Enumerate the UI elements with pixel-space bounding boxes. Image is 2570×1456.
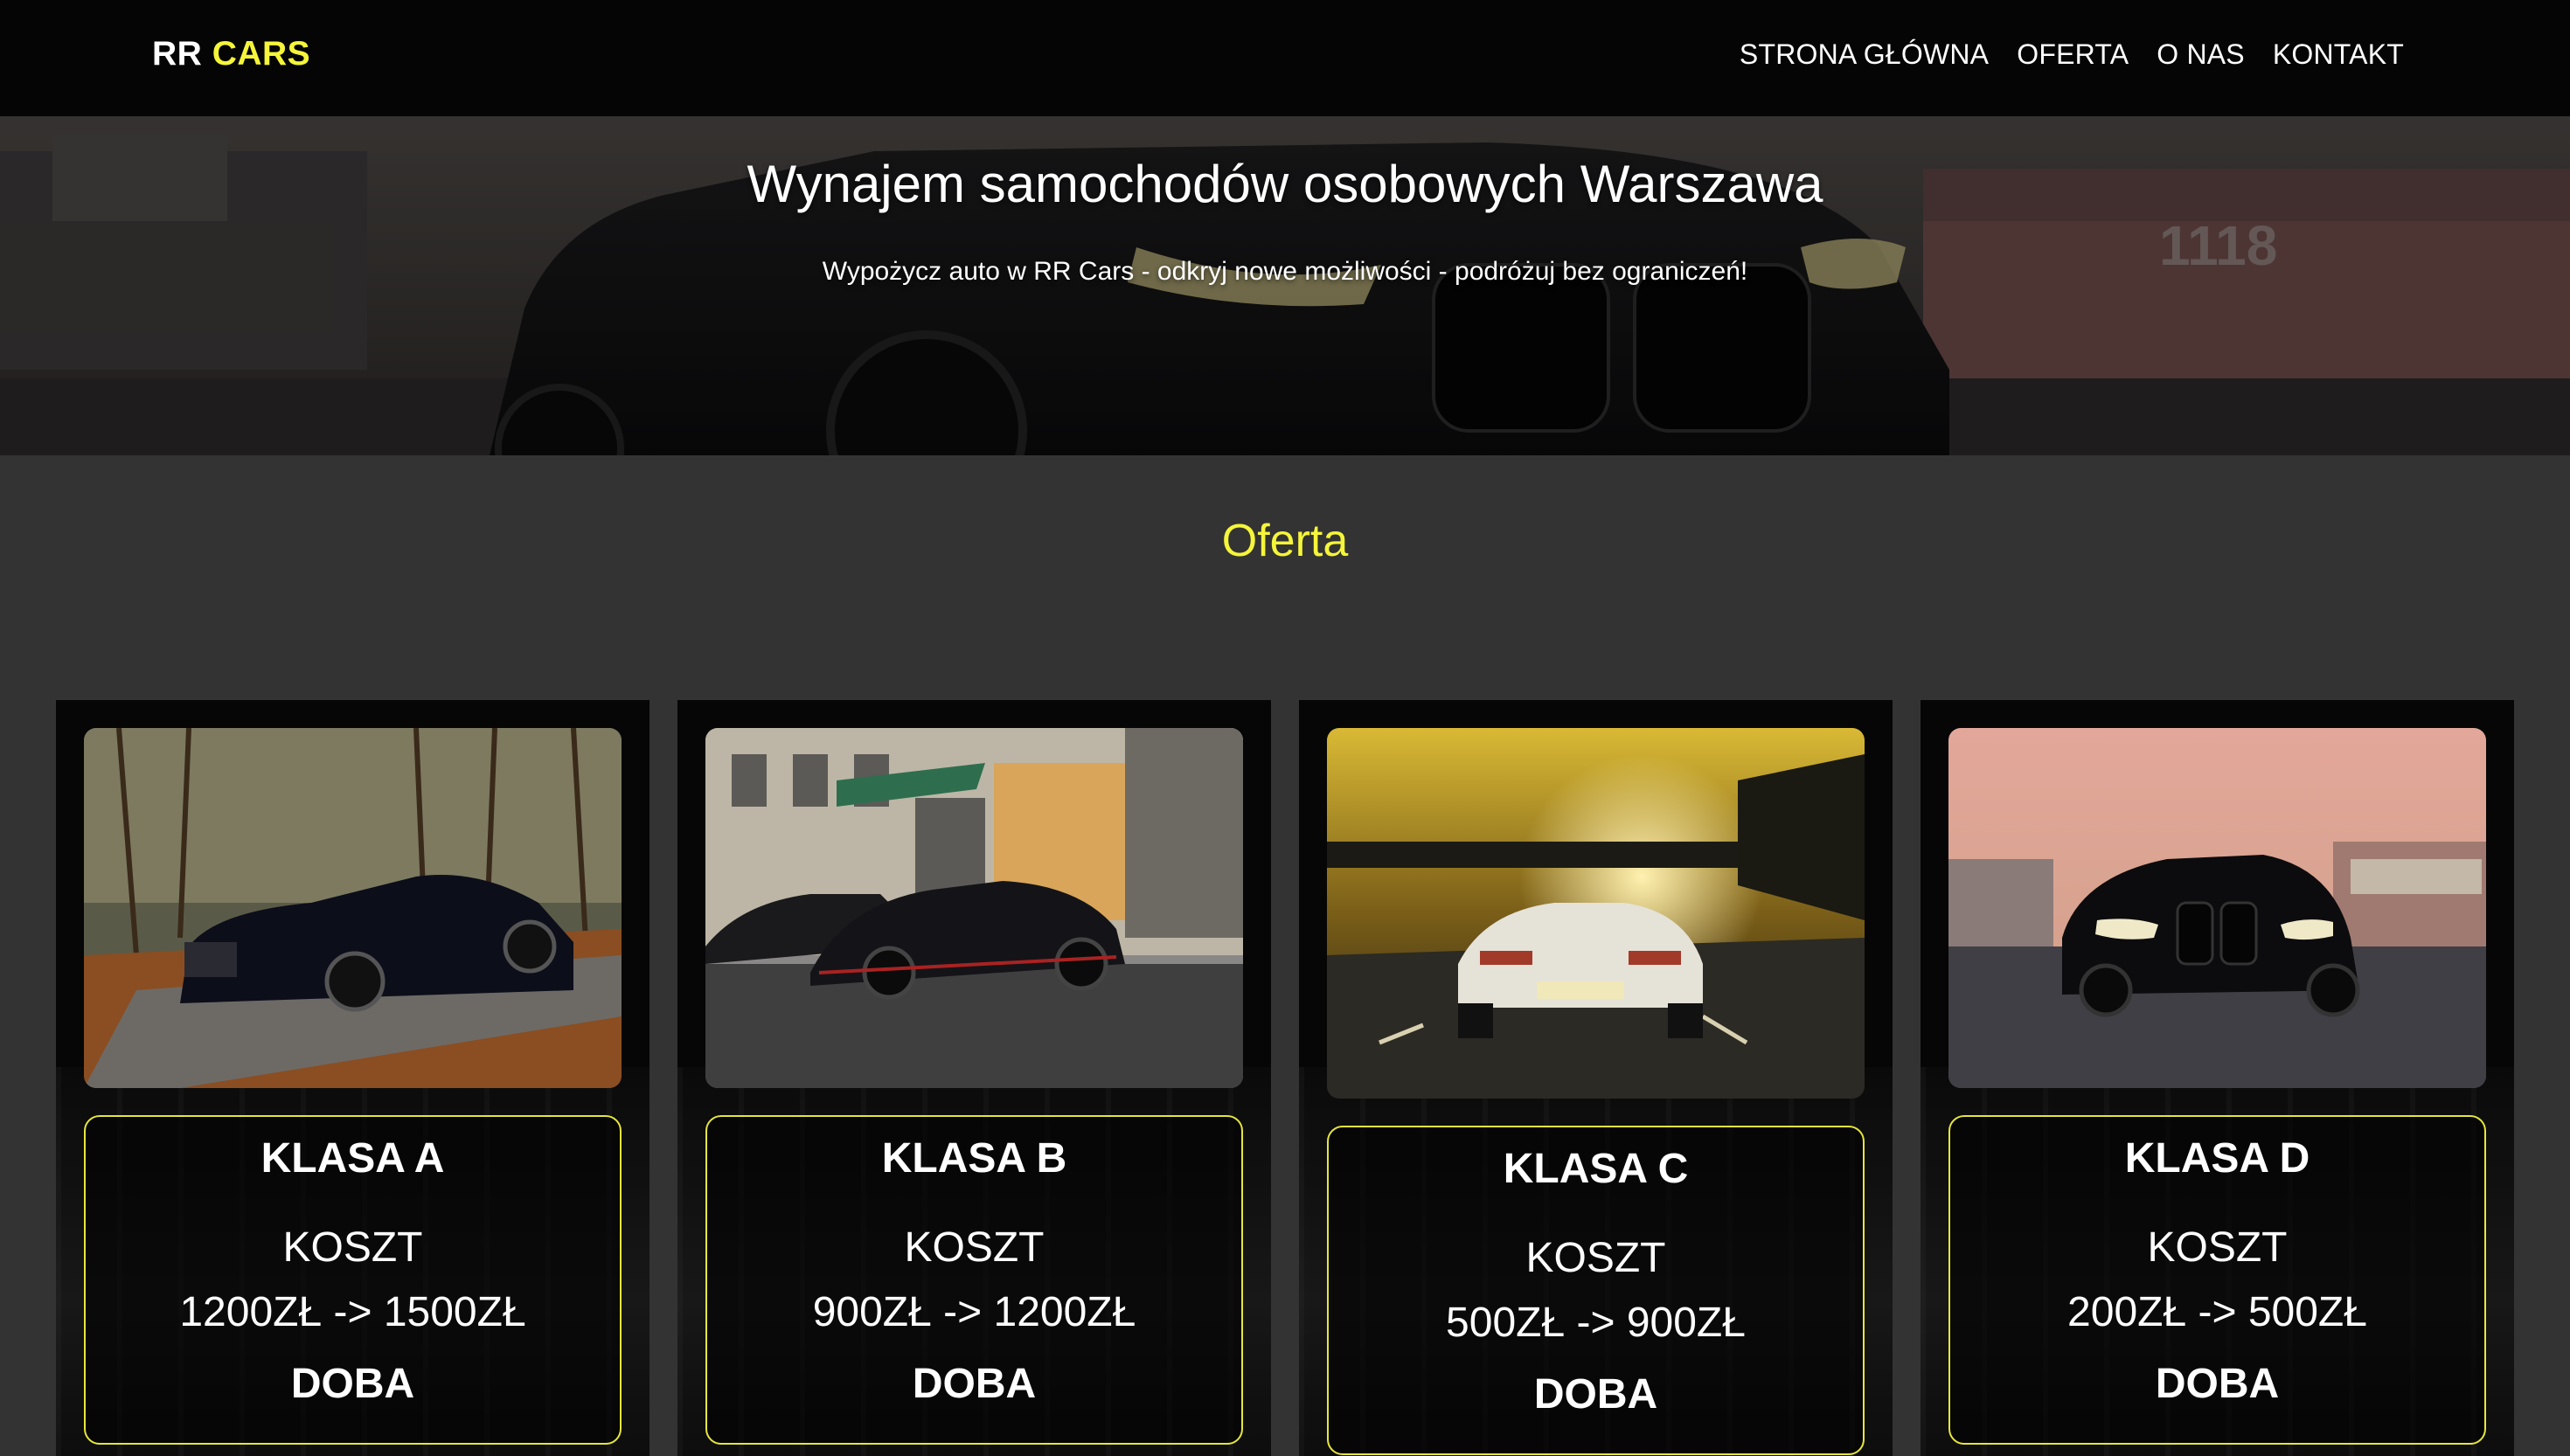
car-image-class-b xyxy=(705,728,1243,1088)
offer-card-class-a[interactable]: KLASA A KOSZT 1200ZŁ -> 1500ZŁ DOBA xyxy=(56,700,649,1456)
card-price: 1200ZŁ -> 1500ZŁ xyxy=(179,1289,526,1335)
card-cost-label: KOSZT xyxy=(1525,1235,1666,1281)
card-class-label: KLASA B xyxy=(881,1135,1067,1182)
nav-link-home[interactable]: STRONA GŁÓWNA xyxy=(1740,37,1989,72)
card-price: 500ZŁ -> 900ZŁ xyxy=(1446,1300,1746,1346)
nav-link-offer[interactable]: OFERTA xyxy=(2017,37,2129,72)
card-period: DOBA xyxy=(290,1361,415,1407)
hero-subtitle: Wypożycz auto w RR Cars - odkryj nowe mo… xyxy=(822,257,1748,286)
card-info-class-a: KLASA A KOSZT 1200ZŁ -> 1500ZŁ DOBA xyxy=(84,1115,622,1445)
card-period: DOBA xyxy=(912,1361,1037,1407)
offer-card-class-b[interactable]: KLASA B KOSZT 900ZŁ -> 1200ZŁ DOBA xyxy=(677,700,1271,1456)
card-cost-label: KOSZT xyxy=(904,1224,1045,1271)
car-image-class-a xyxy=(84,728,622,1088)
car-image-class-d xyxy=(1948,728,2486,1088)
main-nav: STRONA GŁÓWNA OFERTA O NAS KONTAKT xyxy=(1740,37,2404,72)
nav-link-contact[interactable]: KONTAKT xyxy=(2273,37,2404,72)
card-price: 200ZŁ -> 500ZŁ xyxy=(2067,1289,2367,1335)
navbar: RR CARS STRONA GŁÓWNA OFERTA O NAS KONTA… xyxy=(0,0,2570,116)
card-price: 900ZŁ -> 1200ZŁ xyxy=(812,1289,1136,1335)
offer-cards: KLASA A KOSZT 1200ZŁ -> 1500ZŁ DOBA KLAS… xyxy=(56,700,2514,1456)
card-class-label: KLASA D xyxy=(2124,1135,2310,1182)
offer-section-title: Oferta xyxy=(1221,516,1349,566)
car-image-class-c xyxy=(1327,728,1865,1099)
card-class-label: KLASA A xyxy=(260,1135,445,1182)
card-period: DOBA xyxy=(1533,1371,1658,1418)
hero-banner: 1118 Wynajem samochodów osobowych Warsza… xyxy=(0,116,2570,455)
brand-logo[interactable]: RR CARS xyxy=(152,33,310,75)
card-cost-label: KOSZT xyxy=(282,1224,423,1271)
card-period: DOBA xyxy=(2155,1361,2280,1407)
brand-name-part2: CARS xyxy=(212,35,311,73)
offer-card-class-d[interactable]: KLASA D KOSZT 200ZŁ -> 500ZŁ DOBA xyxy=(1921,700,2514,1456)
brand-name-part1: RR xyxy=(152,35,203,73)
card-info-class-c: KLASA C KOSZT 500ZŁ -> 900ZŁ DOBA xyxy=(1327,1126,1865,1455)
card-info-class-b: KLASA B KOSZT 900ZŁ -> 1200ZŁ DOBA xyxy=(705,1115,1243,1445)
card-cost-label: KOSZT xyxy=(2147,1224,2288,1271)
card-info-class-d: KLASA D KOSZT 200ZŁ -> 500ZŁ DOBA xyxy=(1948,1115,2486,1445)
nav-link-about[interactable]: O NAS xyxy=(2157,37,2245,72)
card-class-label: KLASA C xyxy=(1503,1146,1689,1192)
hero-title: Wynajem samochodów osobowych Warszawa xyxy=(747,155,1823,213)
offer-card-class-c[interactable]: KLASA C KOSZT 500ZŁ -> 900ZŁ DOBA xyxy=(1299,700,1893,1456)
